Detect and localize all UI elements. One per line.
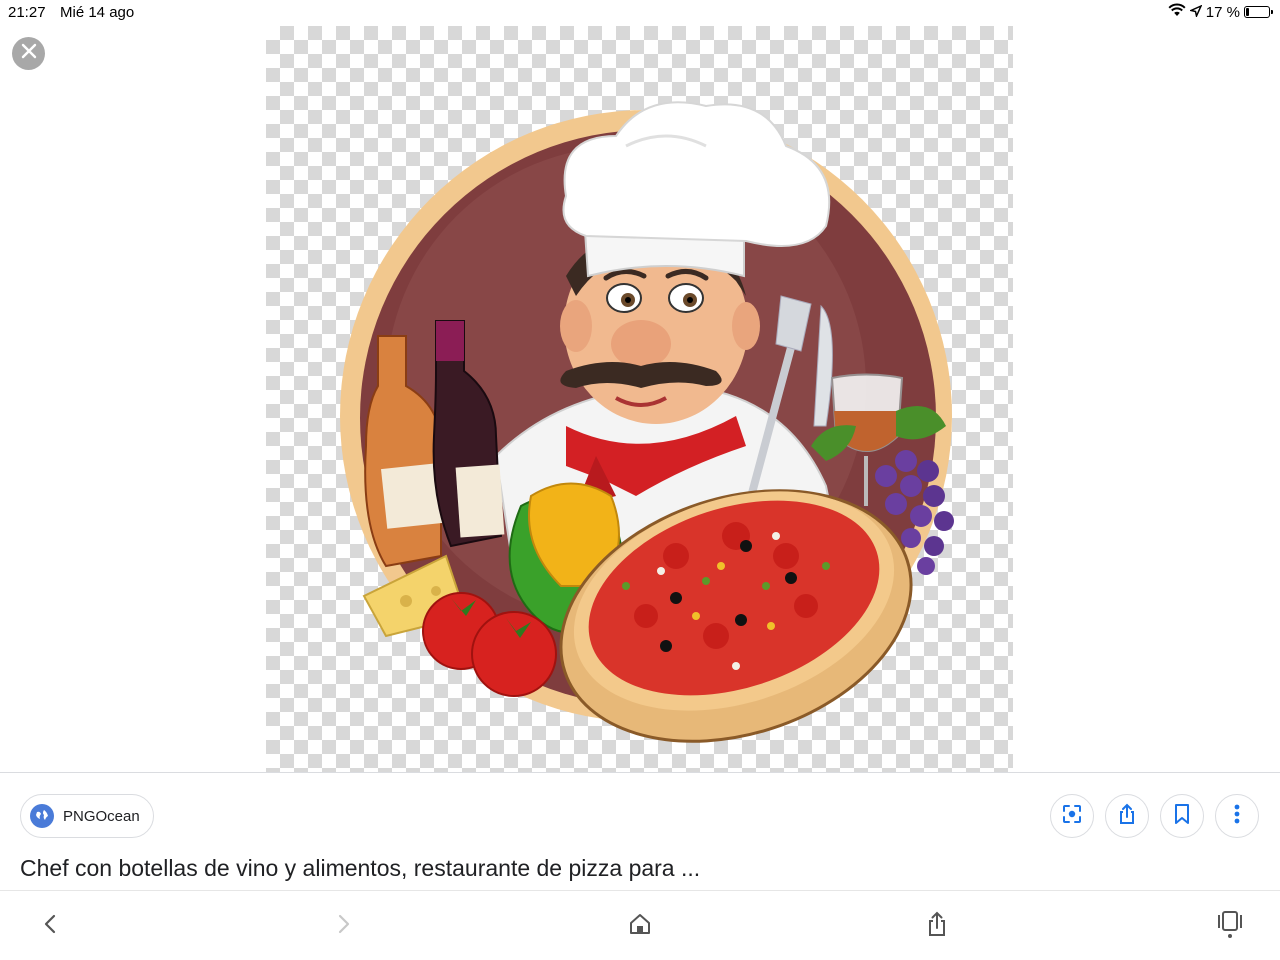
more-options-button[interactable]	[1215, 794, 1259, 838]
tomato	[471, 611, 557, 697]
forward-button[interactable]	[322, 904, 366, 948]
lens-button[interactable]	[1050, 794, 1094, 838]
image-preview[interactable]	[266, 26, 1013, 772]
more-vert-icon	[1234, 803, 1240, 830]
lens-icon	[1061, 803, 1083, 830]
close-button[interactable]	[12, 37, 45, 70]
share-button[interactable]	[1105, 794, 1149, 838]
image-caption[interactable]: Chef con botellas de vino y alimentos, r…	[20, 855, 700, 882]
battery-level	[1246, 8, 1249, 16]
tabs-button[interactable]	[1208, 904, 1252, 948]
home-icon	[628, 912, 652, 941]
share-icon	[925, 911, 949, 942]
status-time: 21:27	[8, 4, 46, 21]
toolbar-divider	[0, 890, 1280, 891]
share-icon	[1116, 803, 1138, 830]
battery-text: 17 %	[1205, 3, 1240, 21]
share-page-button[interactable]	[915, 904, 959, 948]
source-name: PNGOcean	[63, 807, 140, 825]
globe-icon	[30, 804, 54, 828]
source-chip[interactable]: PNGOcean	[20, 794, 154, 838]
wifi-icon	[1168, 3, 1186, 21]
status-bar: 21:27 Mié 14 ago 17 %	[0, 0, 1280, 26]
close-icon	[21, 43, 37, 64]
status-indicators: 17 %	[1168, 3, 1273, 21]
status-date: Mié 14 ago	[60, 4, 135, 21]
back-button[interactable]	[28, 904, 72, 948]
battery-icon	[1244, 6, 1273, 18]
bookmark-icon	[1173, 803, 1191, 830]
bookmark-button[interactable]	[1160, 794, 1204, 838]
divider	[0, 772, 1280, 773]
back-icon	[43, 913, 57, 940]
chef-illustration	[340, 101, 954, 743]
home-button[interactable]	[618, 904, 662, 948]
forward-icon	[337, 913, 351, 940]
location-icon	[1188, 4, 1203, 21]
tabs-icon	[1216, 909, 1244, 944]
